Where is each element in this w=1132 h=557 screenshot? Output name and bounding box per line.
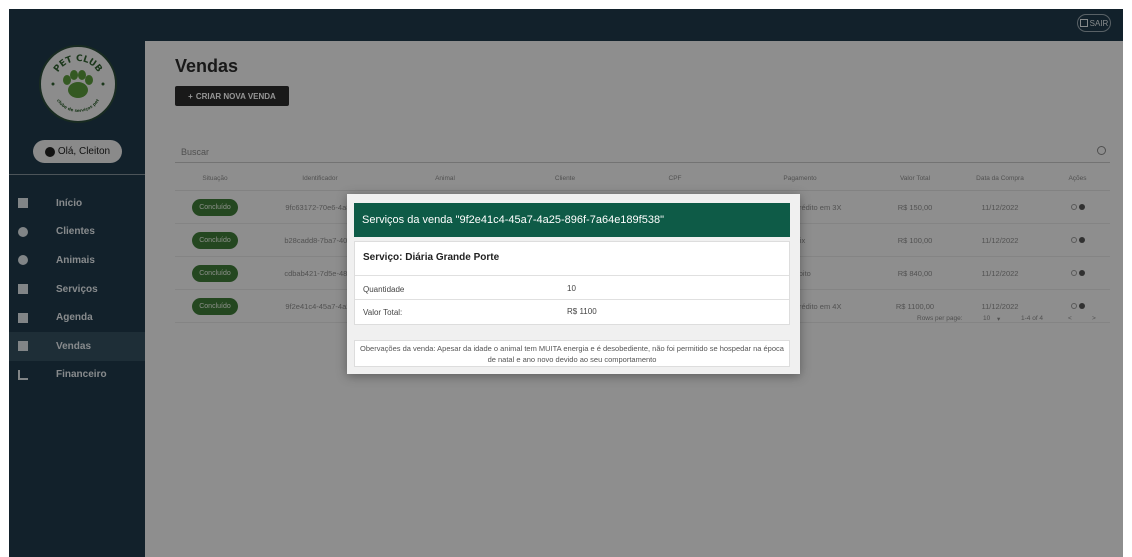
service-title: Serviço: Diária Grande Porte bbox=[363, 252, 500, 263]
modal-backdrop[interactable]: Serviços da venda "9f2e41c4-45a7-4a25-89… bbox=[9, 9, 1123, 557]
sale-services-modal: Serviços da venda "9f2e41c4-45a7-4a25-89… bbox=[347, 194, 800, 374]
total-label: Valor Total: bbox=[363, 308, 403, 317]
quantity-label: Quantidade bbox=[363, 285, 405, 294]
app-window: PET CLUB clube de serviços pet Olá, Clei… bbox=[9, 9, 1123, 557]
divider bbox=[355, 299, 789, 300]
service-card: Serviço: Diária Grande Porte Quantidade … bbox=[354, 241, 790, 325]
total-value: R$ 1100 bbox=[567, 307, 597, 316]
sale-observations: Obervações da venda: Apesar da idade o a… bbox=[354, 340, 790, 367]
divider bbox=[355, 275, 789, 276]
quantity-value: 10 bbox=[567, 284, 576, 293]
modal-title: Serviços da venda "9f2e41c4-45a7-4a25-89… bbox=[354, 203, 790, 237]
